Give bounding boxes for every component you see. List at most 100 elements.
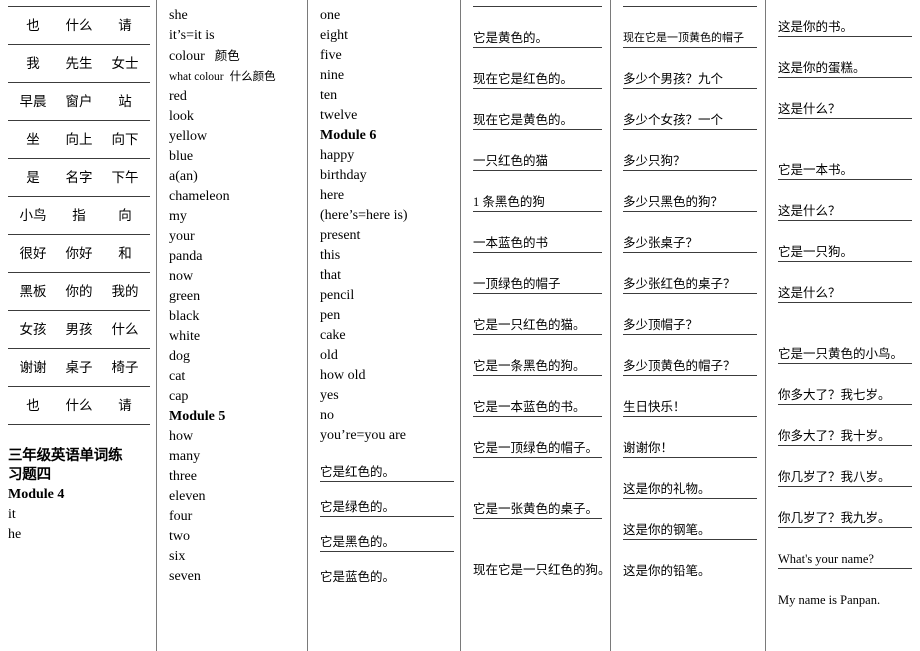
word-english: black	[169, 309, 200, 324]
vocabulary-word: nine	[320, 66, 454, 86]
vocabulary-word: what colour 什么颜色	[169, 67, 301, 87]
word-english: you’re=you are	[320, 428, 407, 443]
translation-prompt: 现在它是一只红色的狗。	[473, 563, 610, 577]
translation-answer-row: 多少只狗？	[623, 129, 757, 170]
translation-prompt: 现在它是黄色的。	[473, 113, 574, 127]
translation-prompt: 它是绿色的。	[320, 500, 396, 514]
translation-prompt: 它是一只狗。	[778, 245, 854, 259]
vocabulary-word: two	[169, 527, 301, 547]
translation-answer-row: 这是你的铅笔。	[623, 539, 757, 580]
chinese-word: 站	[118, 93, 132, 109]
chinese-word: 指	[72, 207, 86, 223]
word-english: two	[169, 529, 190, 544]
chinese-word: 是	[26, 169, 40, 185]
vocabulary-word: white	[169, 327, 301, 347]
translation-prompt: 你多大了？我七岁。	[778, 388, 891, 402]
translation-prompt: 你几岁了？我八岁。	[778, 470, 891, 484]
vocabulary-word: ten	[320, 86, 454, 106]
vocabulary-word: pencil	[320, 286, 454, 306]
chinese-word: 你的	[65, 283, 93, 299]
word-grid-row: 我 先生 女士	[8, 44, 150, 82]
translation-answer-row: 谢谢你！	[623, 416, 757, 457]
word-english: blue	[169, 149, 194, 164]
translation-prompt: 它是一张黄色的桌子。	[473, 502, 599, 516]
word-english: yes	[320, 388, 339, 403]
translation-answer-row: 一只红色的猫	[473, 129, 602, 170]
translation-answer-row: 现在它是红色的。	[473, 47, 602, 88]
word-english: Module 6	[320, 128, 377, 143]
translation-prompt: 1 条黑色的狗	[473, 195, 545, 209]
column-3-word-list: one eight five nine ten twelve Module 6 happy bi…	[307, 0, 460, 651]
translation-answer-row: 生日快乐！	[623, 375, 757, 416]
vocabulary-word: how old	[320, 366, 454, 386]
translation-answer-row: 它是一条黑色的狗。	[473, 334, 602, 375]
translation-answer-row: 多少顶帽子？	[623, 293, 757, 334]
word-list-module5-6: one eight five nine ten twelve Module 6 happy bi…	[320, 6, 454, 446]
translation-prompt: 多少个女孩？一个	[623, 113, 724, 127]
column-5-translation-practice: 现在它是一顶黄色的帽子 多少个男孩？九个 多少个女孩？一个 多少只狗？ 多少只黑色的狗？…	[610, 0, 765, 651]
translation-prompt: 多少只黑色的狗？	[623, 195, 724, 209]
translation-prompt: 它是一本书。	[778, 163, 854, 177]
word-english: nine	[320, 68, 345, 83]
word-english: one	[320, 8, 341, 23]
vocabulary-word: now	[169, 267, 301, 287]
column-6-translation-practice: 这是你的书。 这是你的蛋糕。 这是什么？ 它是一本书。 这是什么？ 它是一只狗。 这是什么？…	[765, 0, 920, 651]
worksheet-heading-block: 三年级英语单词练 习题四 Module 4 it he	[8, 447, 150, 545]
word-english: chameleon	[169, 189, 230, 204]
word-english: cat	[169, 369, 186, 384]
vocabulary-word: pen	[320, 306, 454, 326]
translation-prompt: 这是什么？	[778, 204, 841, 218]
chinese-word: 什么	[65, 397, 93, 413]
vocabulary-word: many	[169, 447, 301, 467]
word-grid-row: 谢谢 桌子 椅子	[8, 348, 150, 386]
translation-answer-row: 它是一只红色的猫。	[473, 293, 602, 334]
translation-prompt: 它是一本蓝色的书。	[473, 400, 586, 414]
word-grid-row: 小鸟 指 向	[8, 196, 150, 234]
chinese-word: 女孩	[19, 321, 47, 337]
translation-answer-row: 你几岁了？我八岁。	[778, 445, 912, 486]
translation-prompt: 这是你的书。	[778, 20, 854, 34]
translation-prompt: 它是红色的。	[320, 465, 396, 479]
word-chinese: 颜色	[214, 49, 240, 63]
translation-prompt: 多少个男孩？九个	[623, 72, 724, 86]
module-heading: Module 6	[320, 126, 454, 146]
module-4-word-list: it he	[8, 505, 150, 545]
word-english: seven	[169, 569, 201, 584]
translation-answer-row: 它是一只黄色的小鸟。	[778, 302, 912, 363]
translation-answer-row: 这是你的钢笔。	[623, 498, 757, 539]
translation-answer-row: 它是一张黄色的桌子。	[473, 457, 602, 518]
word-grid-row: 很好 你好 和	[8, 234, 150, 272]
word-english: your	[169, 229, 195, 244]
translation-answer-row: 1 条黑色的狗	[473, 170, 602, 211]
chinese-word: 先生	[65, 55, 93, 71]
word-english: she	[169, 8, 188, 23]
vocabulary-word: six	[169, 547, 301, 567]
word-grid-row: 女孩 男孩 什么	[8, 310, 150, 348]
chinese-word: 什么	[111, 321, 139, 337]
vocabulary-word: he	[8, 527, 22, 542]
vocabulary-word: cap	[169, 387, 301, 407]
translation-answer-row: 多少张红色的桌子？	[623, 252, 757, 293]
word-english: happy	[320, 148, 355, 163]
page-title-line-2: 习题四	[8, 467, 51, 483]
chinese-word: 也	[26, 397, 40, 413]
vocabulary-word: it’s=it is	[169, 26, 301, 46]
translation-prompt: 它是黑色的。	[320, 535, 396, 549]
vocabulary-word: yellow	[169, 127, 301, 147]
vocabulary-word: black	[169, 307, 301, 327]
translation-answer-row: 它是一只狗。	[778, 220, 912, 261]
translation-prompt: 这是什么？	[778, 102, 841, 116]
word-english: pen	[320, 308, 341, 323]
vocabulary-word: green	[169, 287, 301, 307]
vocabulary-word: look	[169, 107, 301, 127]
vocabulary-word: cake	[320, 326, 454, 346]
word-grid-row: 也 什么 请	[8, 386, 150, 424]
page-title-line-1: 三年级英语单词练	[8, 448, 123, 464]
translation-prompt: 生日快乐！	[623, 400, 686, 414]
translation-prompt: 现在它是红色的。	[473, 72, 574, 86]
vocabulary-word: three	[169, 467, 301, 487]
chinese-word: 坐	[26, 131, 40, 147]
translation-answer-row: 一本蓝色的书	[473, 211, 602, 252]
word-english: how old	[320, 368, 366, 383]
chinese-word: 向下	[111, 131, 139, 147]
